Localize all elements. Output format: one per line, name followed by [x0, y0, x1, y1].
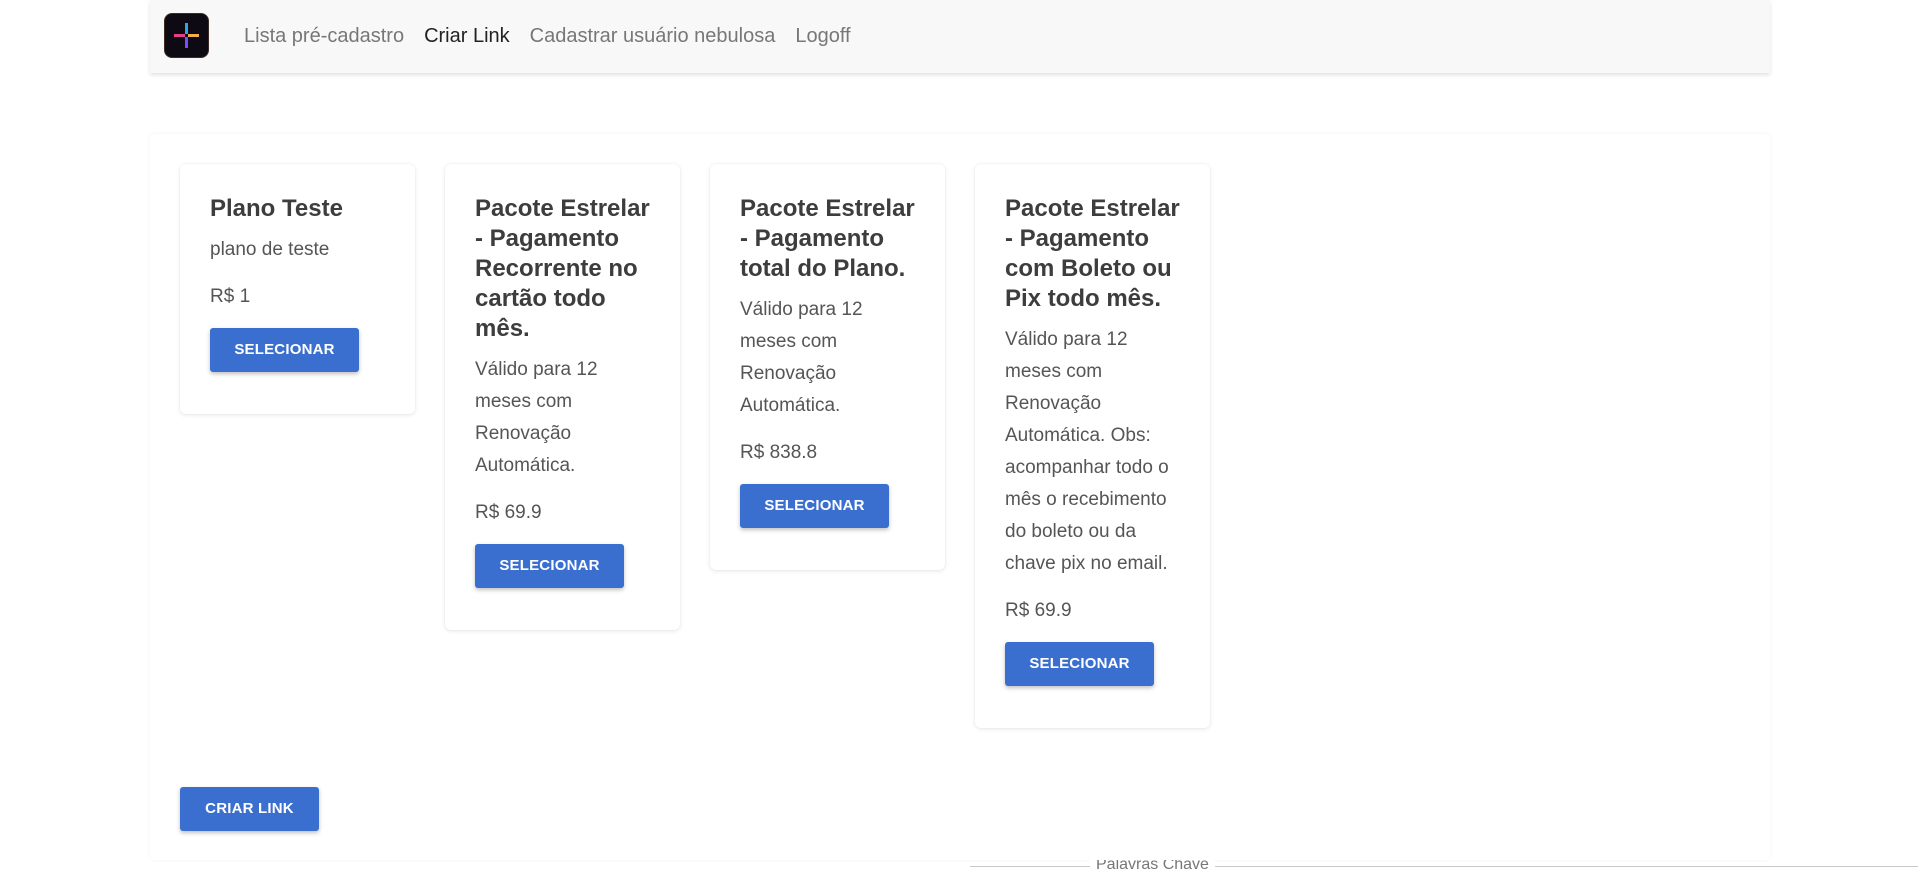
plan-card: Pacote Estrelar - Pagamento Recorrente n… — [445, 164, 680, 630]
criar-link-button[interactable]: Criar Link — [180, 787, 319, 831]
plan-price: R$ 69.9 — [475, 502, 542, 523]
nav-link-cadastrar-usuario-nebulosa[interactable]: Cadastrar usuário nebulosa — [530, 25, 776, 48]
plan-title: Pacote Estrelar - Pagamento total do Pla… — [740, 195, 915, 282]
plan-description: plano de teste — [210, 239, 330, 260]
keywords-legend: Palavras Chave — [1090, 860, 1215, 869]
plan-title: Pacote Estrelar - Pagamento com Boleto o… — [1005, 195, 1180, 312]
plan-price: R$ 1 — [210, 286, 251, 307]
nav-link-lista-pre-cadastro[interactable]: Lista pré-cadastro — [244, 25, 404, 48]
plan-card: Pacote Estrelar - Pagamento com Boleto o… — [975, 164, 1210, 728]
select-plan-button[interactable]: Selecionar — [740, 484, 889, 528]
nav-links: Lista pré-cadastro Criar Link Cadastrar … — [244, 0, 871, 73]
plans-panel: Plano Teste plano de teste R$ 1 Selecion… — [150, 134, 1770, 860]
plan-card: Pacote Estrelar - Pagamento total do Pla… — [710, 164, 945, 570]
plan-description: Válido para 12 meses com Renovação Autom… — [475, 359, 598, 476]
plan-price: R$ 69.9 — [1005, 600, 1072, 621]
plan-card: Plano Teste plano de teste R$ 1 Selecion… — [180, 164, 415, 414]
top-navbar: Lista pré-cadastro Criar Link Cadastrar … — [150, 0, 1770, 73]
nav-link-logoff[interactable]: Logoff — [795, 25, 850, 48]
logo-icon — [174, 23, 199, 48]
nav-link-criar-link[interactable]: Criar Link — [424, 25, 510, 48]
plan-title: Pacote Estrelar - Pagamento Recorrente n… — [475, 195, 650, 342]
select-plan-button[interactable]: Selecionar — [1005, 642, 1154, 686]
select-plan-button[interactable]: Selecionar — [210, 328, 359, 372]
plan-description: Válido para 12 meses com Renovação Autom… — [1005, 329, 1169, 574]
brand-logo[interactable] — [165, 14, 208, 57]
keywords-fieldset: Palavras Chave — [970, 860, 1918, 869]
plan-description: Válido para 12 meses com Renovação Autom… — [740, 299, 863, 416]
plan-price: R$ 838.8 — [740, 442, 818, 463]
plan-title: Plano Teste — [210, 195, 343, 222]
select-plan-button[interactable]: Selecionar — [475, 544, 624, 588]
